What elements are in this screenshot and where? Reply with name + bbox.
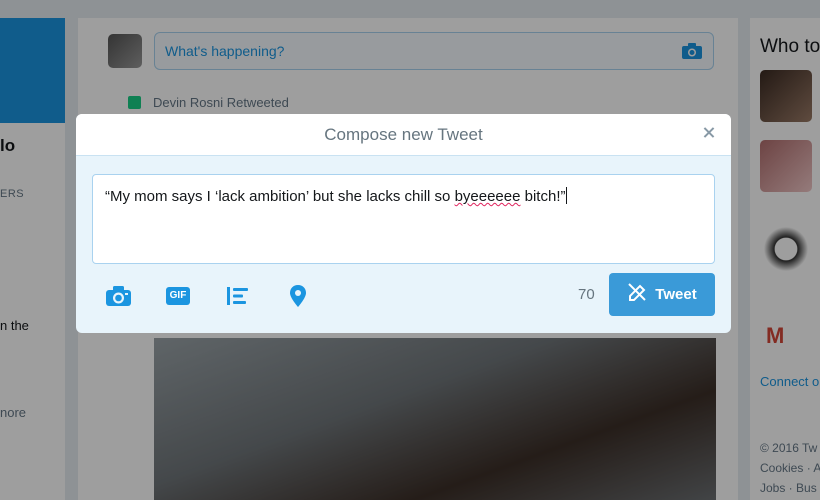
modal-header: Compose new Tweet xyxy=(76,114,731,156)
tweet-toolbar: GIF xyxy=(104,282,312,310)
tweet-button[interactable]: Tweet xyxy=(609,273,715,316)
tweet-textarea[interactable]: “My mom says I ‘lack ambition’ but she l… xyxy=(92,174,715,264)
tweet-text-part: “My mom says I ‘lack ambition’ but she l… xyxy=(105,188,455,205)
close-icon[interactable] xyxy=(699,123,719,143)
tweet-button-label: Tweet xyxy=(655,286,697,303)
compose-tweet-modal: Compose new Tweet “My mom says I ‘lack a… xyxy=(76,114,731,333)
text-caret xyxy=(566,187,568,204)
tweet-text-part: bitch!” xyxy=(520,188,566,205)
tweet-text: “My mom says I ‘lack ambition’ but she l… xyxy=(105,187,568,205)
gif-label: GIF xyxy=(165,287,191,305)
poll-icon[interactable] xyxy=(224,282,252,310)
misspelled-word: byeeeeee xyxy=(454,188,521,205)
character-counter: 70 xyxy=(578,286,595,303)
compose-quill-icon xyxy=(627,282,647,307)
location-pin-icon[interactable] xyxy=(284,282,312,310)
gif-icon[interactable]: GIF xyxy=(164,282,192,310)
camera-icon[interactable] xyxy=(104,282,132,310)
modal-title: Compose new Tweet xyxy=(324,125,483,144)
